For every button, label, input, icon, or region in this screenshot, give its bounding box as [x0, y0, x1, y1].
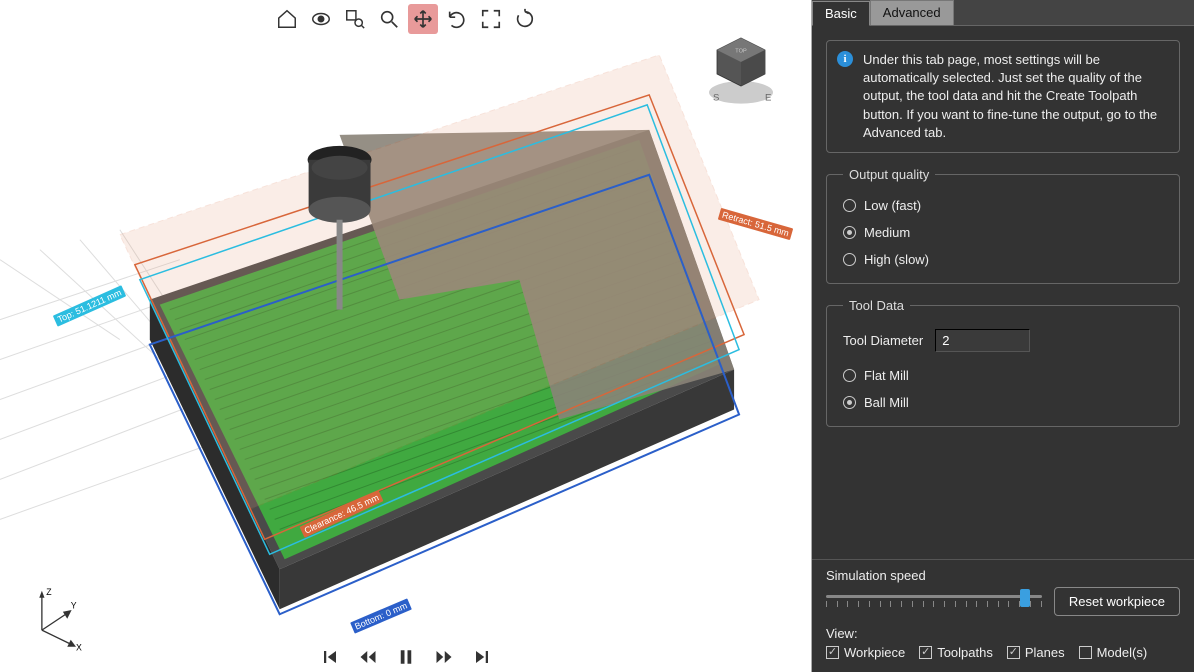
view-toolbar: [272, 4, 540, 34]
fit-button[interactable]: [476, 4, 506, 34]
reset-workpiece-button[interactable]: Reset workpiece: [1054, 587, 1180, 616]
radio-mark: [843, 199, 856, 212]
forward-button[interactable]: [432, 645, 456, 669]
first-button[interactable]: [318, 645, 342, 669]
radio-mark: [843, 253, 856, 266]
radio-low[interactable]: Low (fast): [843, 198, 1163, 213]
scene-illustration: [0, 0, 811, 671]
tab-advanced[interactable]: Advanced: [870, 0, 954, 25]
tool-diameter-label: Tool Diameter: [843, 333, 923, 348]
rewind-button[interactable]: [356, 645, 380, 669]
pan-button[interactable]: [408, 4, 438, 34]
check-planes[interactable]: Planes: [1007, 645, 1065, 660]
home-view-button[interactable]: [272, 4, 302, 34]
zoom-button[interactable]: [374, 4, 404, 34]
info-box: i Under this tab page, most settings wil…: [826, 40, 1180, 153]
svg-text:X: X: [76, 642, 82, 652]
radio-flat-mill[interactable]: Flat Mill: [843, 368, 1163, 383]
output-quality-legend: Output quality: [843, 167, 935, 182]
radio-medium[interactable]: Medium: [843, 225, 1163, 240]
svg-text:Z: Z: [46, 587, 52, 597]
view-checkboxes: Workpiece Toolpaths Planes Model(s): [826, 645, 1180, 660]
tabs: Basic Advanced: [812, 0, 1194, 26]
info-text: Under this tab page, most settings will …: [863, 51, 1167, 142]
tool-data-group: Tool Data Tool Diameter Flat Mill Ball M…: [826, 298, 1180, 427]
check-mark: [1079, 646, 1092, 659]
cube-top-label: TOP: [735, 48, 747, 54]
sidebar-content: i Under this tab page, most settings wil…: [812, 26, 1194, 559]
info-icon: i: [837, 51, 853, 67]
check-workpiece[interactable]: Workpiece: [826, 645, 905, 660]
svg-text:Y: Y: [71, 600, 77, 610]
zoom-window-button[interactable]: [340, 4, 370, 34]
eye-view-button[interactable]: [306, 4, 336, 34]
playback-bar: [318, 645, 494, 669]
tab-basic[interactable]: Basic: [812, 1, 870, 26]
view-cube[interactable]: TOP S E: [701, 30, 781, 110]
check-models[interactable]: Model(s): [1079, 645, 1148, 660]
radio-mark: [843, 369, 856, 382]
simulation-speed-slider[interactable]: [826, 589, 1042, 615]
tool-diameter-row: Tool Diameter: [843, 329, 1163, 352]
radio-high[interactable]: High (slow): [843, 252, 1163, 267]
radio-ball-mill[interactable]: Ball Mill: [843, 395, 1163, 410]
playpause-button[interactable]: [394, 645, 418, 669]
check-toolpaths[interactable]: Toolpaths: [919, 645, 993, 660]
cube-s-label: S: [713, 92, 719, 103]
view-label: View:: [826, 626, 1180, 641]
simulation-section: Simulation speed Reset workpiece View: W…: [812, 559, 1194, 672]
tool-data-legend: Tool Data: [843, 298, 910, 313]
axis-indicator: Z X Y: [20, 582, 90, 652]
radio-mark: [843, 226, 856, 239]
check-mark: [919, 646, 932, 659]
simulation-speed-label: Simulation speed: [826, 568, 1180, 583]
check-mark: [1007, 646, 1020, 659]
radio-mark: [843, 396, 856, 409]
output-quality-group: Output quality Low (fast) Medium High (s…: [826, 167, 1180, 284]
tool-diameter-input[interactable]: [935, 329, 1030, 352]
check-mark: [826, 646, 839, 659]
cube-e-label: E: [765, 92, 771, 103]
settings-sidebar: Basic Advanced i Under this tab page, mo…: [812, 0, 1194, 672]
rotate-button[interactable]: [510, 4, 540, 34]
undo-view-button[interactable]: [442, 4, 472, 34]
last-button[interactable]: [470, 645, 494, 669]
3d-viewport[interactable]: Top: 51.1211 mm Retract: 51.5 mm Clearan…: [0, 0, 812, 672]
